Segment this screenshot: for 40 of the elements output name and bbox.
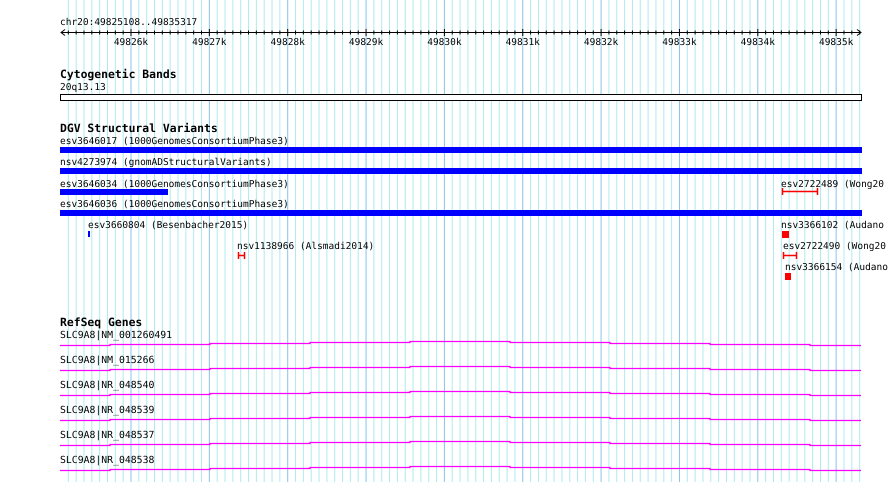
axis-label: 49828k [270,37,305,48]
track-title: Cytogenetic Bands [60,67,177,81]
variant-label: esv3660804 (Besenbacher2015) [88,220,248,231]
gene-line[interactable] [60,466,861,472]
axis-label: 49835k [818,37,854,48]
track-title: DGV Structural Variants [60,121,218,135]
variant-label: esv3646017 (1000GenomesConsortiumPhase3) [60,136,289,147]
variant-label: esv3646034 (1000GenomesConsortiumPhase3) [60,179,289,190]
variant-range[interactable] [237,251,246,260]
variant-label: esv2722490 (Wong20 [783,241,886,252]
variant-label: nsv4273974 (gnomADStructuralVariants) [60,157,272,168]
axis-label: 49827k [192,37,227,48]
axis-label: 49831k [506,37,540,48]
gene-label: SLC9A8|NM_001260491 [60,330,172,341]
axis-label: 49829k [348,37,384,48]
gene-label: SLC9A8|NM_015266 [60,355,154,366]
gene-label: SLC9A8|NR_048537 [60,430,154,441]
axis-label: 49833k [662,37,697,48]
axis-label: 49834k [740,37,775,48]
band-label: 20q13.13 [60,82,106,93]
axis-label: 49832k [584,37,618,48]
gene-label: SLC9A8|NR_048540 [60,380,154,391]
variant-range[interactable] [782,251,798,260]
region-label: chr20:49825108..49835317 [60,17,198,28]
variant-label: nsv3366102 (Audano [781,220,884,231]
gene-line[interactable] [60,340,861,346]
track-title: RefSeq Genes [60,315,142,329]
axis-label: 49826k [114,37,148,48]
gene-line[interactable] [60,366,861,372]
variant-label: esv2722489 (Wong20 [781,179,884,190]
gene-line[interactable] [60,440,861,446]
variant-label: nsv1138966 (Alsmadi2014) [237,241,374,252]
gene-line[interactable] [60,416,861,422]
variant-label: nsv3366154 (Audano [785,262,888,273]
gene-line[interactable] [60,390,861,396]
variant-range[interactable] [781,187,819,196]
gene-label: SLC9A8|NR_048539 [60,405,154,416]
variant-label: esv3646036 (1000GenomesConsortiumPhase3) [60,199,289,210]
gene-label: SLC9A8|NR_048538 [60,455,154,466]
axis-label: 49830k [427,37,462,48]
